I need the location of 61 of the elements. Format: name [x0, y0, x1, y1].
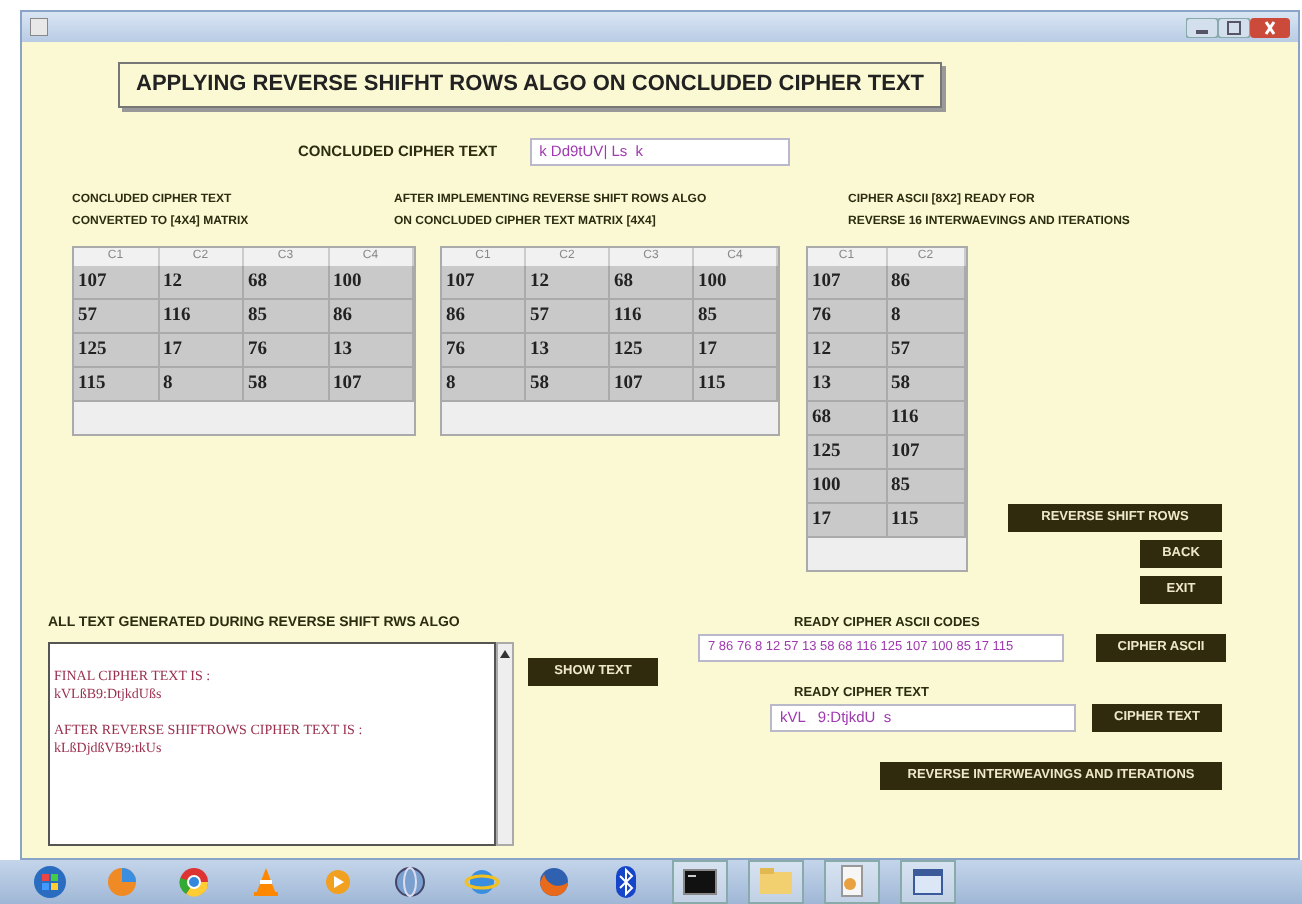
- table-cell: 125: [610, 333, 694, 367]
- start-orb-icon[interactable]: [32, 864, 68, 900]
- table-cell: 85: [694, 299, 778, 333]
- table-cell: 13: [808, 367, 887, 401]
- table-cell: 107: [808, 265, 887, 299]
- table-cell: 116: [887, 401, 966, 435]
- app-icon: [30, 18, 48, 36]
- table-cell: 86: [887, 265, 966, 299]
- table-cell: 13: [526, 333, 610, 367]
- table-cell: 12: [808, 333, 887, 367]
- table-cell: 57: [74, 299, 159, 333]
- table-cell: 107: [442, 265, 526, 299]
- table-cell: 17: [808, 503, 887, 537]
- maximize-button[interactable]: [1218, 17, 1250, 37]
- table-cell: 107: [610, 367, 694, 401]
- table-cell: 100: [694, 265, 778, 299]
- table-cell: 107: [74, 265, 159, 299]
- table-cell: 8: [887, 299, 966, 333]
- table-cell: 13: [329, 333, 414, 367]
- table-cell: 12: [159, 265, 244, 299]
- table-cell: 8: [159, 367, 244, 401]
- table-cell: 57: [526, 299, 610, 333]
- table-cell: 68: [244, 265, 329, 299]
- table-cell: 76: [244, 333, 329, 367]
- table-cell: 86: [442, 299, 526, 333]
- table-cell: 58: [244, 367, 329, 401]
- terminal-icon[interactable]: [682, 864, 718, 900]
- table-cell: 100: [329, 265, 414, 299]
- table-cell: 85: [887, 469, 966, 503]
- table-cell: 17: [694, 333, 778, 367]
- table-cell: 85: [244, 299, 329, 333]
- table-cell: 12: [526, 265, 610, 299]
- table-cell: 8: [442, 367, 526, 401]
- table-cell: 107: [887, 435, 966, 469]
- table-cell: 76: [808, 299, 887, 333]
- table-cell: 17: [159, 333, 244, 367]
- minimize-button[interactable]: [1186, 17, 1218, 37]
- table-cell: 76: [442, 333, 526, 367]
- table-cell: 116: [159, 299, 244, 333]
- close-button[interactable]: [1250, 17, 1290, 37]
- table-cell: 125: [74, 333, 159, 367]
- table-cell: 57: [887, 333, 966, 367]
- table-cell: 86: [329, 299, 414, 333]
- scroll-up-icon[interactable]: [498, 647, 512, 659]
- table-cell: 115: [74, 367, 159, 401]
- table-cell: 125: [808, 435, 887, 469]
- ring-icon[interactable]: [176, 864, 212, 900]
- table-cell: 115: [887, 503, 966, 537]
- table-cell: 68: [808, 401, 887, 435]
- table-cell: 100: [808, 469, 887, 503]
- table-cell: 116: [610, 299, 694, 333]
- table-cell: 58: [526, 367, 610, 401]
- heading: APPLYING REVERSE SHIFHT ROWS ALGO ON CONCLUDED CIPHER TEXT: [118, 62, 942, 107]
- table-cell: 58: [887, 367, 966, 401]
- window-icon[interactable]: [910, 864, 946, 900]
- table-cell: 68: [610, 265, 694, 299]
- globe-icon[interactable]: [392, 864, 428, 900]
- table-cell: 107: [329, 367, 414, 401]
- scrollbar[interactable]: [496, 641, 514, 845]
- table-cell: 115: [694, 367, 778, 401]
- traffic-cone-icon[interactable]: [248, 864, 284, 900]
